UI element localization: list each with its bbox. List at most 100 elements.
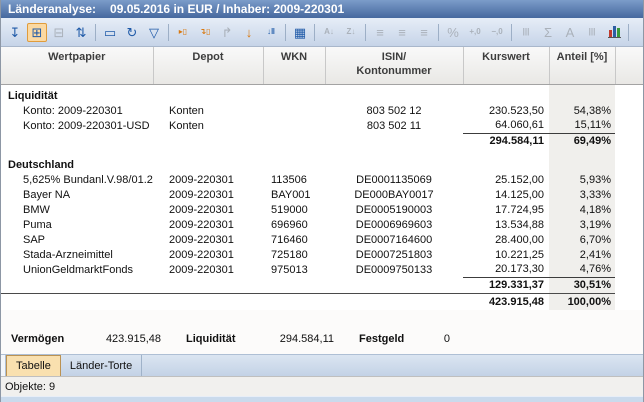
toolbar-separator	[511, 24, 512, 41]
festgeld-value: 0	[415, 333, 475, 345]
cell-depot: Konten	[153, 103, 263, 118]
cell-isin: 803 502 11	[325, 118, 463, 133]
increase-decimals-icon: +,0	[465, 23, 485, 42]
cell-wkn: 716460	[263, 232, 325, 247]
group-row[interactable]: Liquidität	[1, 88, 644, 103]
cell-isin: 803 502 12	[325, 103, 463, 118]
cell-wertpapier: Puma	[1, 217, 153, 232]
window-title: Länderanalyse:	[8, 2, 96, 16]
cell-spacer	[615, 172, 644, 187]
expand-all-icon[interactable]: ⊞	[27, 23, 47, 42]
filter-icon[interactable]: ▽	[144, 23, 164, 42]
column-header-wkn[interactable]: WKN	[263, 47, 325, 84]
chart-icon[interactable]	[604, 23, 624, 42]
subtotal-row: 294.584,1169,49%	[1, 133, 644, 149]
apply-down-icon[interactable]: ↓	[239, 23, 259, 42]
outline-apply-icon[interactable]: ↧	[5, 23, 25, 42]
cell-isin	[325, 293, 463, 310]
cell-anteil: 6,70%	[549, 232, 615, 247]
refresh-icon[interactable]: ↻	[122, 23, 142, 42]
align-left-icon: ≡	[370, 23, 390, 42]
security-row[interactable]: Konto: 2009-220301Konten803 502 12230.52…	[1, 103, 644, 118]
expand-rows-icon[interactable]: ⇅	[71, 23, 91, 42]
cell-wertpapier: UnionGeldmarktFonds	[1, 262, 153, 277]
cell-kurswert: 423.915,48	[463, 293, 549, 310]
cell-wertpapier: Konto: 2009-220301-USD	[1, 118, 153, 133]
toolbar-separator	[365, 24, 366, 41]
fit-width-icon[interactable]: ▭	[100, 23, 120, 42]
insert-row-icon[interactable]: ↴▯	[195, 23, 215, 42]
undo-move-icon: ↱	[217, 23, 237, 42]
bottom-scroll-strip[interactable]	[1, 396, 643, 402]
cell-anteil: 4,18%	[549, 202, 615, 217]
window-titlebar: Länderanalyse: 09.05.2016 in EUR / Inhab…	[1, 0, 643, 18]
cell-spacer	[615, 202, 644, 217]
group-label: Deutschland	[1, 157, 549, 172]
sort-descending-icon: Z↓	[341, 23, 361, 42]
chart-bars-glyph	[608, 26, 621, 38]
cell-anteil: 30,51%	[549, 277, 615, 293]
total-row: 423.915,48100,00%	[1, 293, 644, 310]
security-row[interactable]: Bayer NA2009-220301BAY001DE000BAY001714.…	[1, 187, 644, 202]
tab-tabelle[interactable]: Tabelle	[6, 355, 61, 376]
cell-wertpapier	[1, 133, 153, 149]
cell-spacer	[615, 187, 644, 202]
cell-wertpapier: Bayer NA	[1, 187, 153, 202]
freeze-column-icon[interactable]: ▦	[290, 23, 310, 42]
cell-spacer	[615, 232, 644, 247]
festgeld-label: Festgeld	[359, 333, 415, 345]
cell-wertpapier: Konto: 2009-220301	[1, 103, 153, 118]
security-row[interactable]: Konto: 2009-220301-USDKonten803 502 1164…	[1, 118, 644, 133]
sort-ascending-icon: A↓	[319, 23, 339, 42]
liquiditaet-label: Liquidität	[186, 333, 248, 345]
cell-kurswert: 13.534,88	[463, 217, 549, 232]
object-count: Objekte: 9	[5, 381, 55, 393]
cell-wertpapier: 5,625% Bundanl.V.98/01.28	[1, 172, 153, 187]
cell-anteil: 69,49%	[549, 133, 615, 149]
cell-isin: DE0006969603	[325, 217, 463, 232]
column-header-spacer	[615, 47, 644, 84]
cell-isin: DE000BAY0017	[325, 187, 463, 202]
cell-spacer	[615, 277, 644, 293]
cell-kurswert: 129.331,37	[463, 277, 549, 293]
subtotal-row: 129.331,3730,51%	[1, 277, 644, 293]
cell-kurswert: 294.584,11	[463, 133, 549, 149]
view-tab-bar: Tabelle Länder-Torte	[1, 354, 643, 376]
cell-wkn: 725180	[263, 247, 325, 262]
column-values-icon[interactable]: ↓‖	[261, 23, 281, 42]
cell-wkn: 975013	[263, 262, 325, 277]
cell-spacer	[615, 217, 644, 232]
column-header-isin-kontonummer[interactable]: ISIN/ Kontonummer	[325, 47, 463, 84]
cell-anteil: 5,93%	[549, 172, 615, 187]
security-row[interactable]: UnionGeldmarktFonds2009-220301975013DE00…	[1, 262, 644, 277]
tab-laender-torte[interactable]: Länder-Torte	[61, 355, 142, 376]
analysis-window: Länderanalyse: 09.05.2016 in EUR / Inhab…	[0, 0, 644, 402]
security-row[interactable]: BMW2009-220301519000DE000519000317.724,9…	[1, 202, 644, 217]
cell-anteil: 15,11%	[549, 118, 615, 133]
security-row[interactable]: Stada-Arzneimittel2009-220301725180DE000…	[1, 247, 644, 262]
cell-wertpapier	[1, 293, 153, 310]
cell-kurswert: 64.060,61	[463, 118, 549, 133]
cell-wkn: 519000	[263, 202, 325, 217]
cell-wertpapier: BMW	[1, 202, 153, 217]
column-header-depot[interactable]: Depot	[153, 47, 263, 84]
group-row[interactable]: Deutschland	[1, 157, 644, 172]
insert-column-icon[interactable]: ▸▯	[173, 23, 193, 42]
cell-depot: 2009-220301	[153, 187, 263, 202]
security-row[interactable]: SAP2009-220301716460DE000716460028.400,0…	[1, 232, 644, 247]
cell-kurswert: 14.125,00	[463, 187, 549, 202]
cell-kurswert: 25.152,00	[463, 172, 549, 187]
cell-isin	[325, 277, 463, 293]
column-header-anteil[interactable]: Anteil [%]	[549, 47, 615, 84]
security-row[interactable]: Puma2009-220301696960DE000696960313.534,…	[1, 217, 644, 232]
row-settings-icon: |||	[516, 23, 536, 42]
cell-depot	[153, 133, 263, 149]
liquiditaet-value: 294.584,11	[248, 333, 334, 345]
align-center-icon: ≡	[392, 23, 412, 42]
cell-depot: 2009-220301	[153, 172, 263, 187]
column-header-kurswert[interactable]: Kurswert	[463, 47, 549, 84]
cell-depot: 2009-220301	[153, 202, 263, 217]
column-header-wertpapier[interactable]: Wertpapier	[1, 47, 153, 84]
cell-wertpapier	[1, 277, 153, 293]
security-row[interactable]: 5,625% Bundanl.V.98/01.282009-2203011135…	[1, 172, 644, 187]
